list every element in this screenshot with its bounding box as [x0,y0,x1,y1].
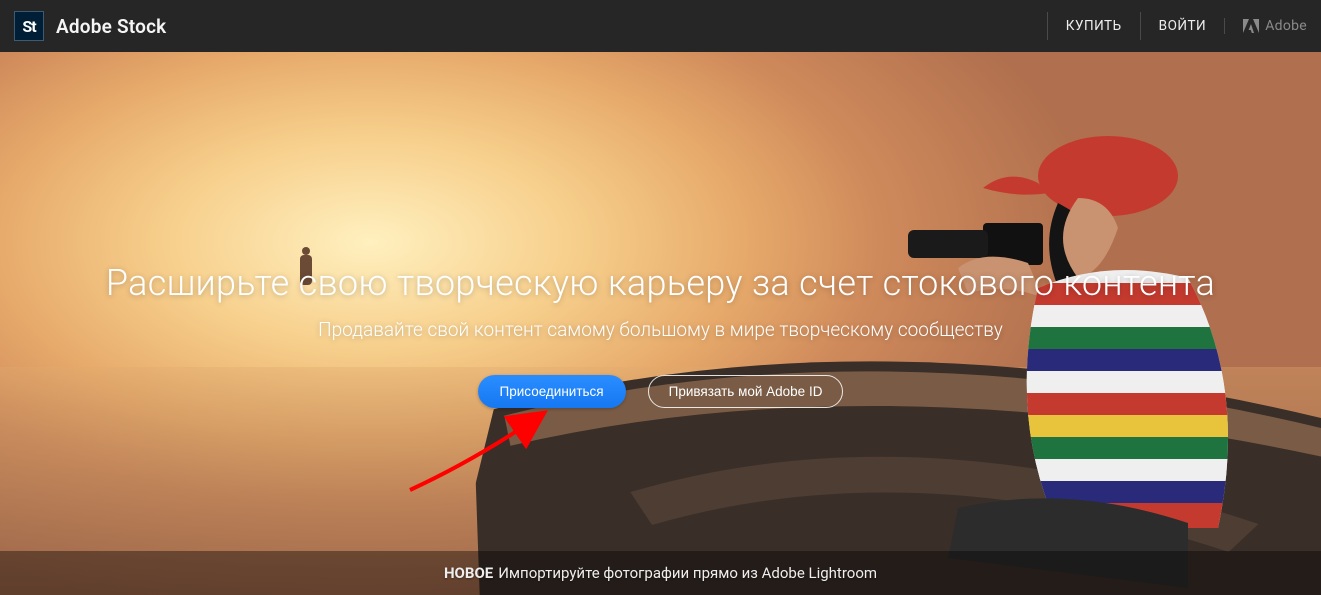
buy-link[interactable]: КУПИТЬ [1047,12,1140,40]
hero-content: Расширьте свою творческую карьеру за сче… [0,262,1321,408]
brand-icon-text: St [22,17,35,36]
footer-badge: НОВОЕ [444,564,493,582]
brand-name: Adobe Stock [56,15,166,38]
top-bar-right: КУПИТЬ ВОЙТИ Adobe [1047,12,1307,40]
hero-subtitle: Продавайте свой контент самому большому … [318,318,1003,341]
adobe-stock-icon: St [14,11,44,41]
footer-strip: НОВОЕ Импортируйте фотографии прямо из A… [0,551,1321,595]
signin-link[interactable]: ВОЙТИ [1140,12,1225,40]
link-adobe-id-button[interactable]: Привязать мой Adobe ID [648,375,844,408]
join-button[interactable]: Присоединиться [478,375,626,408]
hero-title: Расширьте свою творческую карьеру за сче… [106,262,1215,304]
adobe-company-label: Adobe [1265,18,1307,34]
footer-text: Импортируйте фотографии прямо из Adobe L… [498,564,877,582]
hero-cta-row: Присоединиться Привязать мой Adobe ID [478,375,844,408]
brand[interactable]: St Adobe Stock [14,11,166,41]
top-bar: St Adobe Stock КУПИТЬ ВОЙТИ Adobe [0,0,1321,52]
adobe-a-icon [1243,19,1259,33]
adobe-company-logo[interactable]: Adobe [1224,18,1307,34]
hero-section: Расширьте свою творческую карьеру за сче… [0,52,1321,595]
